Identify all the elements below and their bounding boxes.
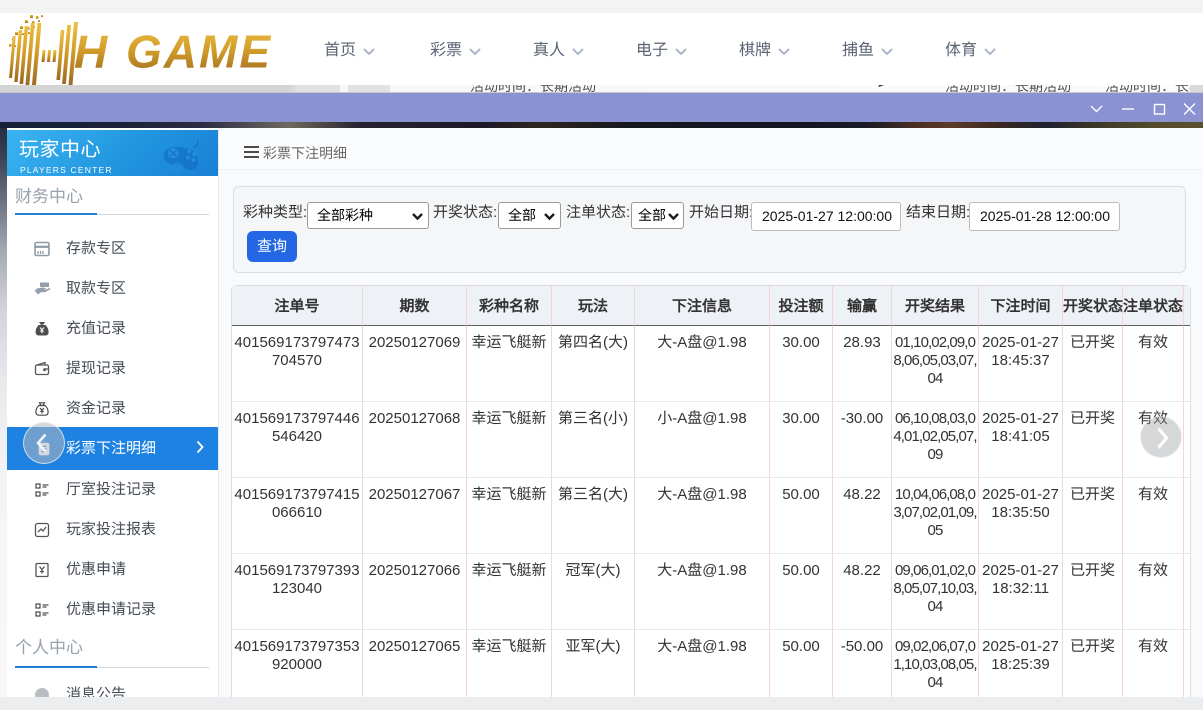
- svg-text:GAME: GAME: [126, 26, 272, 78]
- svg-text:H: H: [74, 26, 108, 78]
